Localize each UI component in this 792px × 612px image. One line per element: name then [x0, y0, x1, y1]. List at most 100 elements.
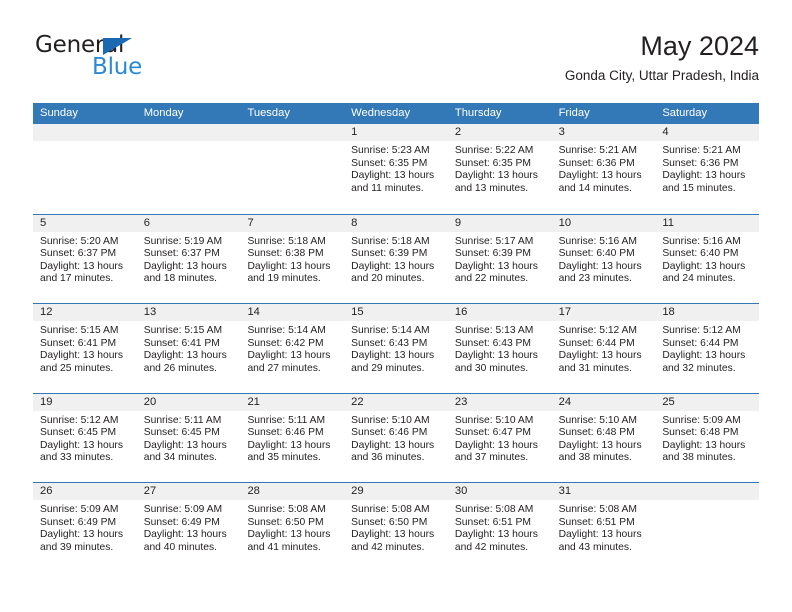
- calendar-day-cell[interactable]: 11 Sunrise: 5:16 AM Sunset: 6:40 PM Dayligh…: [655, 214, 760, 303]
- calendar-day-cell[interactable]: 1 Sunrise: 5:23 AM Sunset: 6:35 PM Daylight…: [344, 124, 448, 214]
- calendar-day-cell[interactable]: 30 Sunrise: 5:08 AM Sunset: 6:51 PM Dayligh…: [447, 483, 552, 572]
- day-sun-info: Sunrise: 5:12 AM Sunset: 6:45 PM Daylight:…: [33, 411, 137, 465]
- daylight-text-line1: Daylight: 13 hours: [662, 260, 746, 272]
- sunset-text: Sunset: 6:38 PM: [247, 248, 324, 260]
- weekday-header-saturday: Saturday: [662, 107, 708, 119]
- daylight-text-line2: and 34 minutes.: [143, 452, 217, 464]
- page-header: General Blue May 2024 Gonda City, Uttar …: [33, 32, 759, 94]
- calendar-day-cell[interactable]: 21 Sunrise: 5:11 AM Sunset: 6:46 PM Dayligh…: [240, 393, 345, 482]
- daylight-text-line1: Daylight: 13 hours: [558, 170, 642, 182]
- calendar-day-cell[interactable]: 8 Sunrise: 5:18 AM Sunset: 6:39 PM Daylight…: [344, 214, 448, 303]
- calendar-week-row: 1 Sunrise: 5:23 AM Sunset: 6:35 PM Daylight…: [33, 124, 760, 214]
- day-sun-info: Sunrise: 5:14 AM Sunset: 6:43 PM Daylight:…: [344, 321, 448, 375]
- day-number-band: 8: [344, 214, 448, 232]
- day-sun-info: Sunrise: 5:22 AM Sunset: 6:35 PM Daylight:…: [448, 141, 552, 195]
- day-sun-info: Sunrise: 5:09 AM Sunset: 6:49 PM Daylight:…: [137, 500, 241, 554]
- calendar-day-cell[interactable]: 29 Sunrise: 5:08 AM Sunset: 6:50 PM Dayligh…: [344, 483, 448, 572]
- sunset-text: Sunset: 6:50 PM: [351, 516, 428, 528]
- general-blue-logo[interactable]: General Blue: [33, 32, 253, 92]
- daylight-text-line2: and 22 minutes.: [454, 273, 529, 285]
- day-number-band: 22: [344, 393, 448, 411]
- daylight-text-line1: Daylight: 13 hours: [40, 350, 123, 362]
- calendar-day-cell[interactable]: 13 Sunrise: 5:15 AM Sunset: 6:41 PM Dayligh…: [136, 304, 241, 393]
- calendar-day-cell[interactable]: 27 Sunrise: 5:09 AM Sunset: 6:49 PM Dayligh…: [136, 483, 241, 572]
- sunset-text: Sunset: 6:42 PM: [247, 337, 324, 349]
- calendar-day-cell[interactable]: 28 Sunrise: 5:08 AM Sunset: 6:50 PM Dayligh…: [240, 483, 345, 572]
- day-number: 23: [454, 395, 468, 408]
- daylight-text-line2: and 29 minutes.: [351, 362, 425, 374]
- day-number: 30: [454, 485, 468, 497]
- calendar-day-cell[interactable]: 10 Sunrise: 5:16 AM Sunset: 6:40 PM Dayligh…: [551, 214, 656, 303]
- calendar-day-cell[interactable]: 19 Sunrise: 5:12 AM Sunset: 6:45 PM Dayligh…: [33, 393, 137, 482]
- day-number-band: 20: [136, 393, 241, 411]
- sunrise-text: Sunrise: 5:10 AM: [351, 414, 430, 426]
- calendar-day-cell[interactable]: 24 Sunrise: 5:10 AM Sunset: 6:48 PM Dayligh…: [551, 393, 656, 482]
- calendar-day-cell[interactable]: 14 Sunrise: 5:14 AM Sunset: 6:42 PM Dayligh…: [240, 304, 345, 393]
- day-sun-info: Sunrise: 5:08 AM Sunset: 6:51 PM Daylight:…: [448, 500, 552, 554]
- calendar-grid: Sunday Monday Tuesday Wednesday Thursday…: [33, 103, 760, 572]
- calendar-day-cell[interactable]: 15 Sunrise: 5:14 AM Sunset: 6:43 PM Dayligh…: [344, 304, 448, 393]
- day-number: 26: [40, 485, 53, 497]
- daylight-text-line1: Daylight: 13 hours: [558, 439, 642, 451]
- calendar-day-cell[interactable]: 25 Sunrise: 5:09 AM Sunset: 6:48 PM Dayligh…: [655, 393, 760, 482]
- day-number-band: 5: [33, 214, 137, 232]
- daylight-text-line1: Daylight: 13 hours: [40, 260, 123, 272]
- calendar-day-cell[interactable]: 5 Sunrise: 5:20 AM Sunset: 6:37 PM Daylight…: [33, 214, 137, 303]
- sunrise-text: Sunrise: 5:13 AM: [454, 325, 534, 336]
- daylight-text-line1: Daylight: 13 hours: [143, 260, 227, 272]
- daylight-text-line1: Daylight: 13 hours: [558, 529, 642, 541]
- day-sun-info: Sunrise: 5:08 AM Sunset: 6:51 PM Daylight:…: [552, 500, 656, 554]
- daylight-text-line1: Daylight: 13 hours: [558, 260, 642, 272]
- day-number-band: 12: [33, 304, 137, 321]
- calendar-day-cell[interactable]: 2 Sunrise: 5:22 AM Sunset: 6:35 PM Daylight…: [447, 124, 552, 214]
- calendar-day-cell-empty: [655, 483, 760, 572]
- calendar-day-cell[interactable]: 22 Sunrise: 5:10 AM Sunset: 6:46 PM Dayligh…: [344, 393, 448, 482]
- day-number: 16: [454, 306, 468, 318]
- calendar-day-cell[interactable]: 6 Sunrise: 5:19 AM Sunset: 6:37 PM Daylight…: [136, 214, 241, 303]
- sunset-text: Sunset: 6:51 PM: [558, 516, 635, 528]
- sunset-text: Sunset: 6:49 PM: [40, 516, 117, 528]
- sunset-text: Sunset: 6:46 PM: [247, 427, 324, 439]
- calendar-day-cell[interactable]: 23 Sunrise: 5:10 AM Sunset: 6:47 PM Dayligh…: [447, 393, 552, 482]
- calendar-day-cell[interactable]: 16 Sunrise: 5:13 AM Sunset: 6:43 PM Dayligh…: [447, 304, 552, 393]
- calendar-week-row: 12 Sunrise: 5:15 AM Sunset: 6:41 PM Dayligh…: [33, 303, 760, 393]
- calendar-day-cell[interactable]: 12 Sunrise: 5:15 AM Sunset: 6:41 PM Dayligh…: [33, 304, 137, 393]
- day-sun-info: Sunrise: 5:12 AM Sunset: 6:44 PM Daylight:…: [655, 321, 759, 375]
- sunrise-text: Sunrise: 5:12 AM: [558, 325, 638, 336]
- calendar-day-cell[interactable]: 31 Sunrise: 5:08 AM Sunset: 6:51 PM Dayligh…: [551, 483, 656, 572]
- calendar-day-cell[interactable]: 9 Sunrise: 5:17 AM Sunset: 6:39 PM Daylight…: [447, 214, 552, 303]
- sunset-text: Sunset: 6:35 PM: [351, 157, 428, 169]
- day-number: 10: [558, 216, 572, 229]
- day-sun-info: Sunrise: 5:18 AM Sunset: 6:39 PM Daylight:…: [344, 232, 448, 286]
- daylight-text-line2: and 38 minutes.: [558, 452, 632, 464]
- calendar-day-cell[interactable]: 18 Sunrise: 5:12 AM Sunset: 6:44 PM Dayligh…: [655, 304, 760, 393]
- calendar-day-cell[interactable]: 7 Sunrise: 5:18 AM Sunset: 6:38 PM Daylight…: [240, 214, 345, 303]
- sunset-text: Sunset: 6:47 PM: [454, 427, 532, 439]
- sunset-text: Sunset: 6:35 PM: [454, 157, 532, 169]
- calendar-day-cell[interactable]: 26 Sunrise: 5:09 AM Sunset: 6:49 PM Dayligh…: [33, 483, 137, 572]
- sunrise-text: Sunrise: 5:16 AM: [662, 235, 741, 247]
- day-number-band: [240, 124, 345, 141]
- day-number: 4: [662, 126, 669, 138]
- day-number-band: 13: [136, 304, 241, 321]
- sunrise-text: Sunrise: 5:14 AM: [351, 325, 430, 336]
- daylight-text-line1: Daylight: 13 hours: [454, 439, 538, 451]
- sunrise-text: Sunrise: 5:14 AM: [247, 325, 326, 336]
- calendar-day-cell[interactable]: 20 Sunrise: 5:11 AM Sunset: 6:45 PM Dayligh…: [136, 393, 241, 482]
- day-number: 3: [558, 126, 565, 138]
- daylight-text-line1: Daylight: 13 hours: [351, 350, 435, 362]
- day-number: 9: [454, 216, 462, 229]
- sunset-text: Sunset: 6:48 PM: [662, 427, 739, 439]
- calendar-day-cell-empty: [33, 124, 137, 214]
- calendar-day-cell[interactable]: 17 Sunrise: 5:12 AM Sunset: 6:44 PM Dayligh…: [551, 304, 656, 393]
- day-sun-info: Sunrise: 5:21 AM Sunset: 6:36 PM Daylight:…: [655, 141, 759, 195]
- daylight-text-line2: and 20 minutes.: [351, 273, 425, 285]
- daylight-text-line1: Daylight: 13 hours: [351, 439, 435, 451]
- calendar-day-cell[interactable]: 4 Sunrise: 5:21 AM Sunset: 6:36 PM Daylight…: [655, 124, 760, 214]
- sunrise-text: Sunrise: 5:09 AM: [40, 504, 119, 515]
- day-number: 7: [247, 216, 254, 229]
- weekday-header-wednesday: Wednesday: [351, 107, 411, 119]
- day-number: 18: [662, 306, 675, 318]
- calendar-day-cell[interactable]: 3 Sunrise: 5:21 AM Sunset: 6:36 PM Daylight…: [551, 124, 656, 214]
- sunrise-text: Sunrise: 5:08 AM: [351, 504, 430, 515]
